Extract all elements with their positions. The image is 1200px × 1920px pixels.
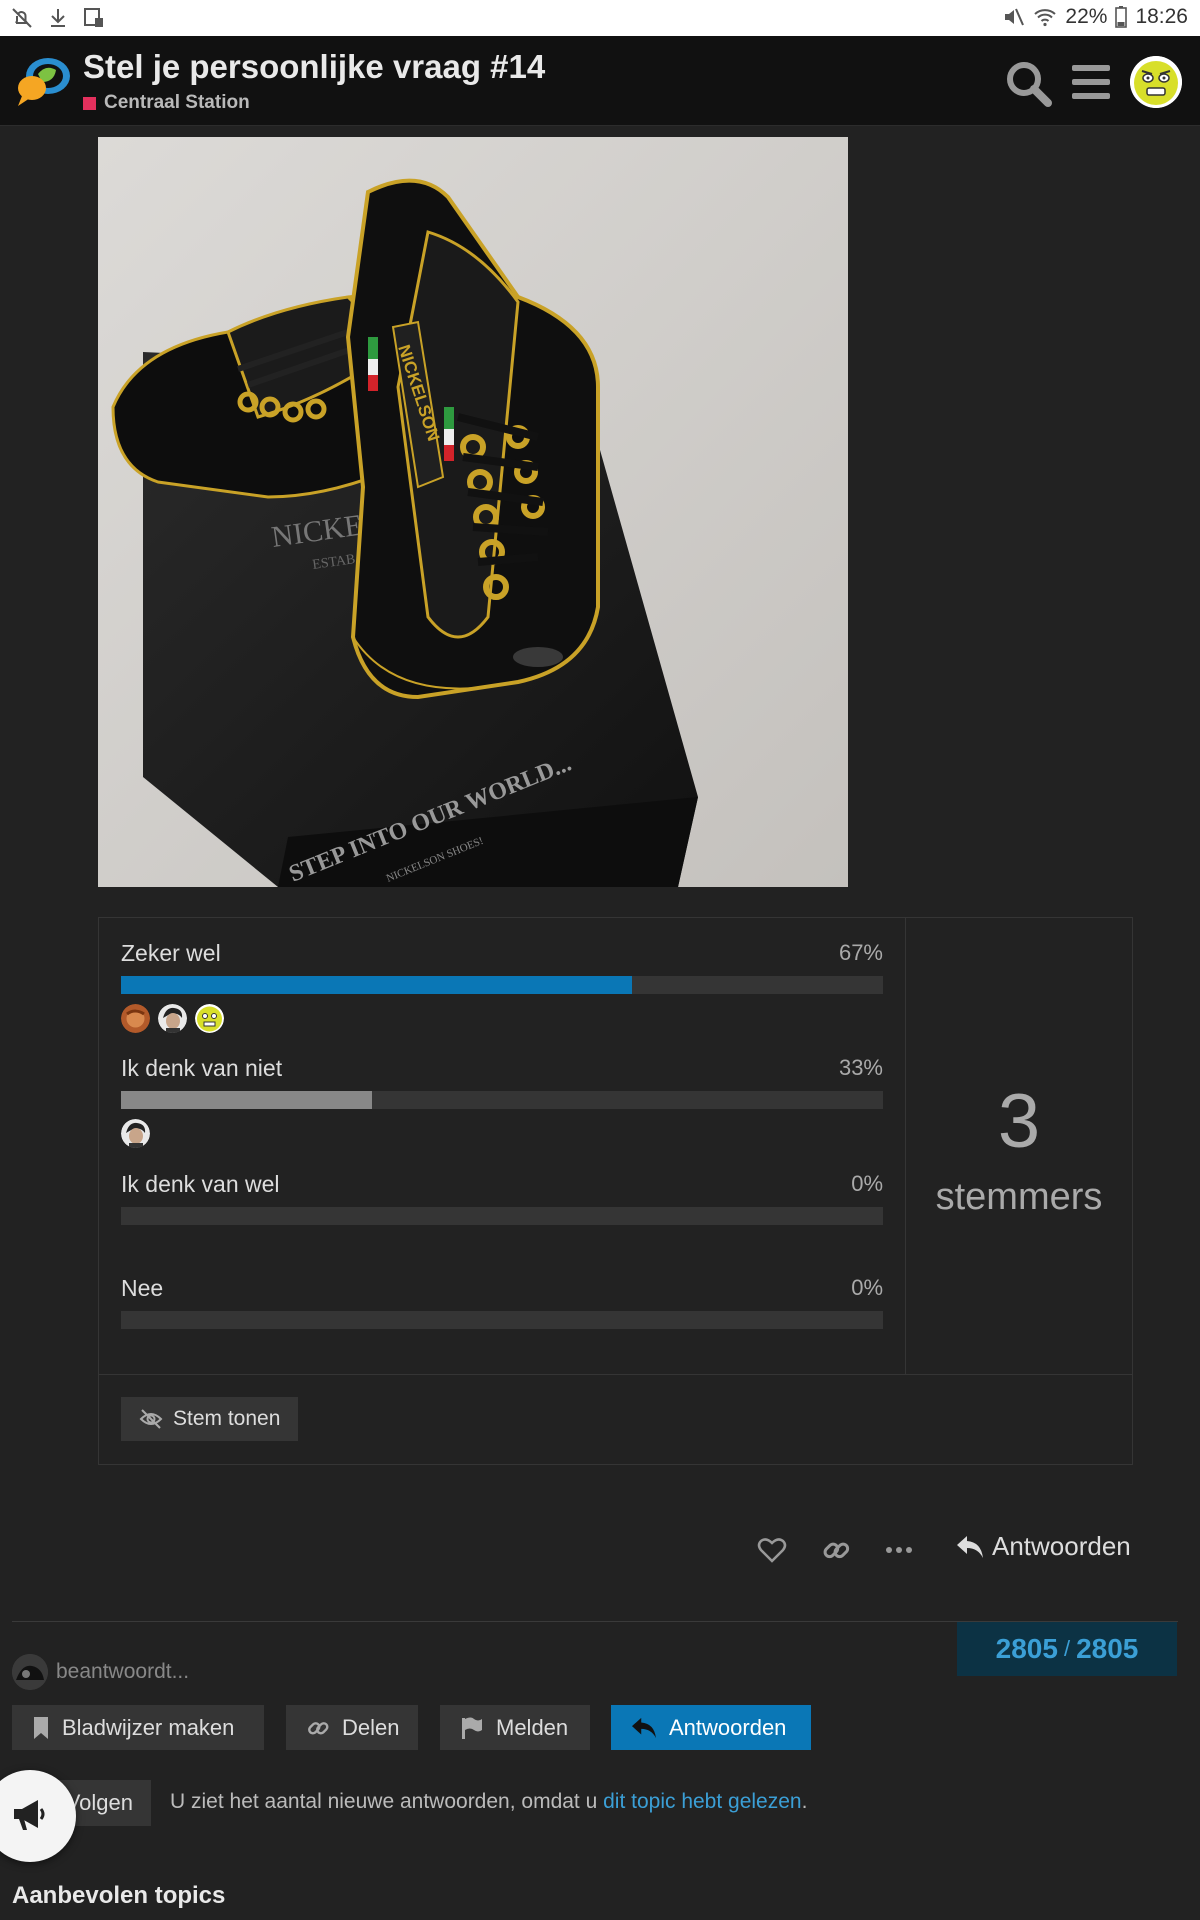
poll-option-label: Ik denk van wel bbox=[121, 1171, 280, 1197]
poll-option-voters bbox=[121, 1004, 224, 1033]
voter-avatar-1[interactable] bbox=[121, 1004, 150, 1033]
notification-suffix: . bbox=[801, 1790, 808, 1813]
megaphone-icon bbox=[14, 1800, 45, 1830]
eye-slash-icon bbox=[139, 1409, 163, 1429]
show-votes-label: Stem tonen bbox=[173, 1407, 281, 1430]
post-image-shoes[interactable]: NICKE ESTAB STEP INTO OUR WORLD... NICKE… bbox=[98, 137, 848, 887]
reply-icon bbox=[632, 1717, 656, 1738]
poll-stats: 3 stemmers bbox=[906, 918, 1132, 1374]
poll-option-label: Zeker wel bbox=[121, 940, 221, 966]
progress-total: 2805 bbox=[1076, 1633, 1139, 1664]
poll-option-bar bbox=[121, 1311, 883, 1329]
battery-percent: 22% bbox=[1065, 5, 1108, 28]
post-actions: Antwoorden bbox=[0, 1527, 1200, 1575]
reply-icon bbox=[957, 1535, 983, 1558]
category-color-swatch bbox=[83, 96, 96, 110]
link-icon[interactable] bbox=[821, 1535, 851, 1565]
notification-text: U ziet het aantal nieuwe antwoorden, omd… bbox=[170, 1790, 604, 1813]
reply-topic-button[interactable]: Antwoorden bbox=[611, 1705, 811, 1750]
poll: Zeker wel 67% Ik denk van niet 33% Ik de… bbox=[98, 917, 1133, 1465]
share-label: Delen bbox=[342, 1714, 400, 1740]
voter-avatar-2[interactable] bbox=[158, 1004, 187, 1033]
topic-header: Stel je persoonlijke vraag #14 Centraal … bbox=[0, 36, 1200, 126]
poll-option-voters bbox=[121, 1119, 150, 1148]
bookmark-button[interactable]: Bladwijzer maken bbox=[12, 1705, 264, 1750]
link-icon bbox=[308, 1721, 329, 1734]
topic-progress[interactable]: 2805 / 2805 bbox=[957, 1622, 1177, 1676]
clock: 18:26 bbox=[1135, 5, 1188, 28]
reply-topic-label: Antwoorden bbox=[669, 1714, 787, 1740]
progress-current: 2805 bbox=[995, 1633, 1058, 1664]
bookmark-label: Bladwijzer maken bbox=[62, 1714, 235, 1740]
poll-option-percent: 67% bbox=[838, 940, 883, 965]
show-votes-button[interactable]: Stem tonen bbox=[121, 1397, 299, 1441]
heart-icon[interactable] bbox=[757, 1535, 787, 1565]
poll-option-label: Nee bbox=[121, 1275, 164, 1301]
poll-option-fill bbox=[121, 1091, 373, 1109]
voter-avatar-3[interactable] bbox=[195, 1004, 224, 1033]
poll-option-fill bbox=[121, 976, 632, 994]
poll-option-percent: 0% bbox=[851, 1275, 883, 1300]
reply-button[interactable]: Antwoorden bbox=[956, 1531, 1131, 1562]
status-bar: 22% 18:26 bbox=[0, 0, 1200, 36]
voter-count: 3 bbox=[997, 1079, 1041, 1164]
notification-reason: U ziet het aantal nieuwe antwoorden, omd… bbox=[170, 1790, 807, 1814]
typing-indicator: beantwoordt... bbox=[12, 1654, 189, 1690]
user-avatar[interactable] bbox=[1130, 56, 1182, 108]
download-icon bbox=[51, 9, 65, 27]
share-button[interactable]: Delen bbox=[286, 1705, 418, 1750]
search-icon[interactable] bbox=[1003, 58, 1053, 108]
hamburger-menu-icon[interactable] bbox=[1070, 60, 1112, 104]
bookmark-icon bbox=[34, 1716, 48, 1739]
poll-option-bar bbox=[121, 1207, 883, 1225]
voter-avatar-2[interactable] bbox=[121, 1119, 150, 1148]
battery-icon bbox=[1115, 6, 1128, 28]
reply-label: Antwoorden bbox=[992, 1531, 1131, 1561]
poll-option-bar bbox=[121, 1091, 883, 1109]
flag-label: Melden bbox=[496, 1714, 569, 1740]
ellipsis-icon[interactable] bbox=[884, 1535, 914, 1565]
poll-footer: Stem tonen bbox=[99, 1374, 1132, 1464]
flag-button[interactable]: Melden bbox=[440, 1705, 590, 1750]
poll-options: Zeker wel 67% Ik denk van niet 33% Ik de… bbox=[99, 918, 906, 1374]
progress-separator: / bbox=[1063, 1636, 1071, 1661]
category-badge[interactable]: Centraal Station bbox=[83, 92, 250, 114]
site-logo-icon[interactable] bbox=[12, 52, 74, 110]
poll-option-label: Ik denk van niet bbox=[121, 1055, 283, 1081]
mute-icon bbox=[1005, 8, 1025, 26]
category-label: Centraal Station bbox=[104, 92, 250, 113]
voter-count-label: stemmers bbox=[935, 1176, 1103, 1218]
typing-text: beantwoordt... bbox=[56, 1660, 190, 1683]
suggested-topics-heading: Aanbevolen topics bbox=[12, 1882, 226, 1909]
notification-link[interactable]: dit topic hebt gelezen bbox=[603, 1790, 801, 1813]
typing-user-avatar bbox=[12, 1654, 48, 1690]
page-title[interactable]: Stel je persoonlijke vraag #14 bbox=[83, 48, 545, 86]
flag-icon bbox=[462, 1717, 482, 1739]
shoe-photo: NICKE ESTAB STEP INTO OUR WORLD... NICKE… bbox=[98, 137, 848, 887]
notifications-off-icon bbox=[12, 8, 32, 28]
poll-option-percent: 33% bbox=[838, 1055, 883, 1080]
poll-option-percent: 0% bbox=[851, 1171, 883, 1196]
wifi-icon bbox=[1034, 9, 1057, 27]
screenshot-icon bbox=[84, 8, 103, 27]
poll-option-bar bbox=[121, 976, 883, 994]
